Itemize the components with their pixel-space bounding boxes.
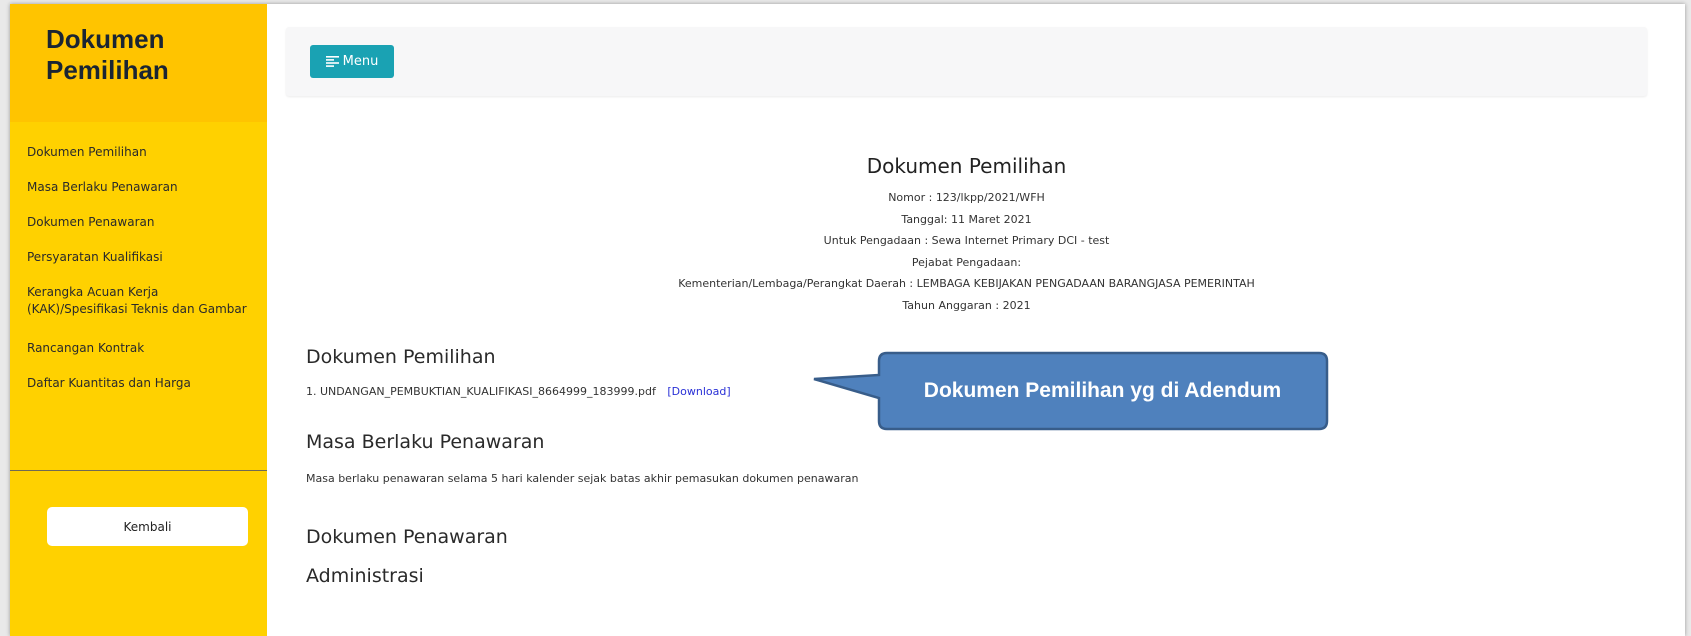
- callout-label: Dokumen Pemilihan yg di Adendum: [923, 379, 1282, 402]
- app-window: Dokumen Pemilihan Dokumen Pemilihan Masa…: [10, 4, 1685, 636]
- callout-shape: [813, 351, 1329, 431]
